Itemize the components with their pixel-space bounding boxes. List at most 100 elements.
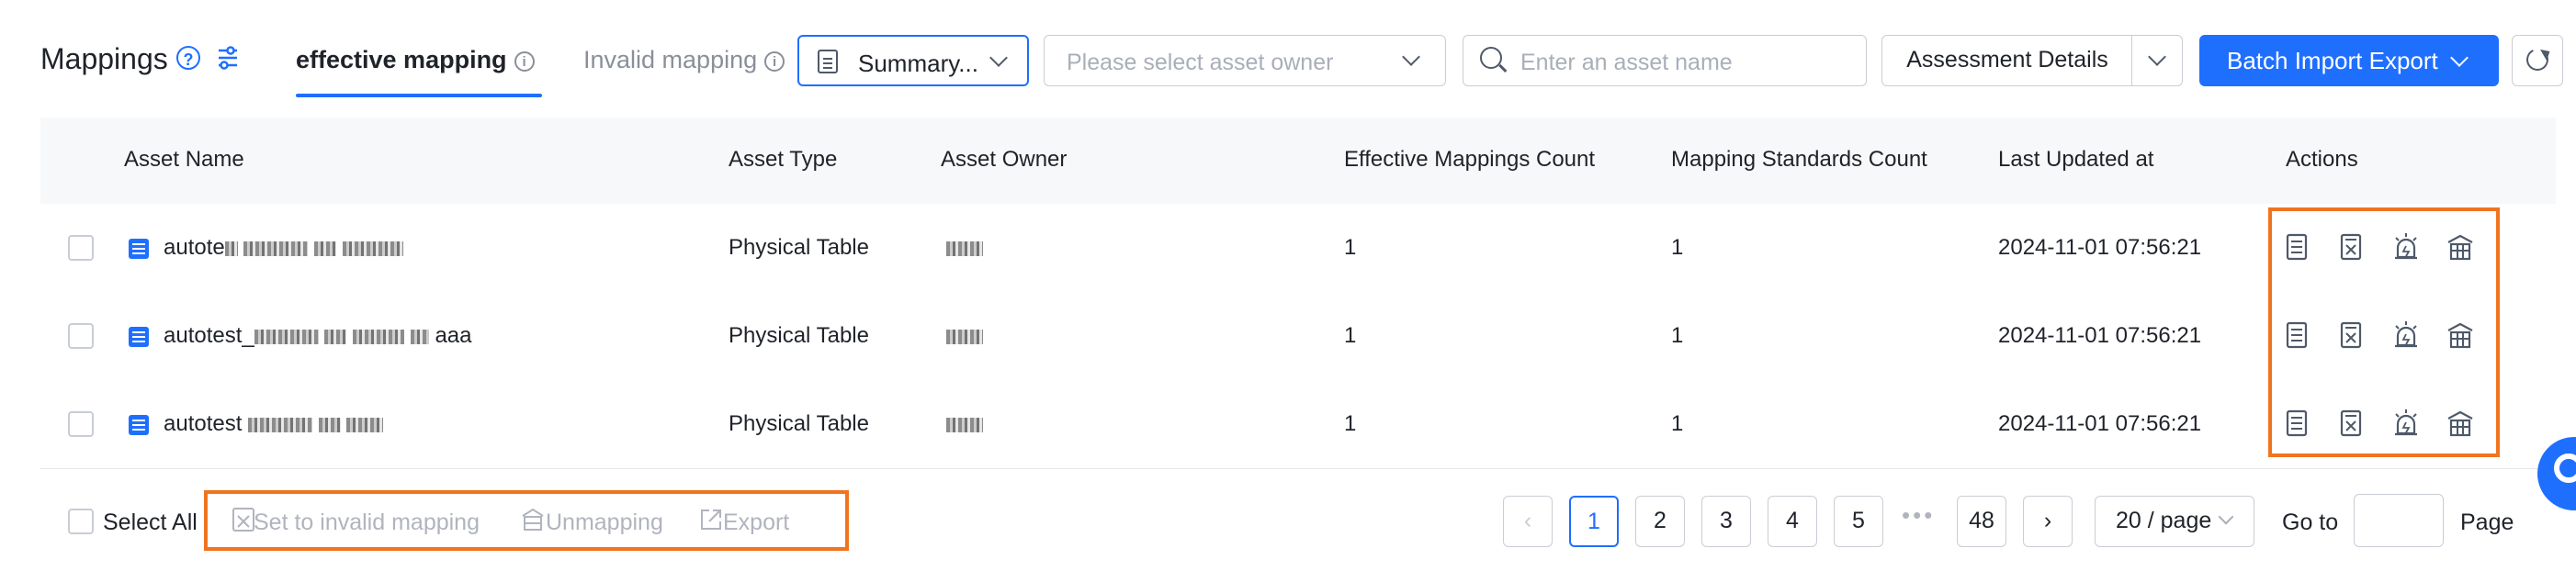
column-header-last-updated: Last Updated at [1998,147,2154,172]
row-checkbox[interactable] [68,411,94,437]
last-updated: 2024-11-01 07:56:21 [1998,411,2202,436]
column-header-asset-name: Asset Name [124,147,244,172]
unmapping-button[interactable]: Unmapping [546,509,663,536]
assessment-dropdown-button[interactable] [2131,35,2183,86]
standards-count: 1 [1671,323,1684,348]
table-icon [129,415,149,435]
invalidate-icon [232,508,254,532]
redacted-text [318,417,341,432]
column-header-asset-type: Asset Type [729,147,838,172]
tab-effective-mapping[interactable]: effective mapping i [296,46,535,74]
asset-name[interactable]: autotest_ aaa [164,323,471,349]
select-all-checkbox[interactable] [68,509,94,534]
page-title: Mappings [40,42,168,75]
column-header-actions: Actions [2286,147,2358,172]
filter-settings-icon[interactable] [215,44,241,72]
last-updated: 2024-11-01 07:56:21 [1998,323,2202,348]
active-tab-indicator [296,94,542,97]
pagination-ellipsis[interactable]: ••• [1902,501,1935,530]
refresh-icon [2523,45,2552,74]
set-invalid-mapping-button[interactable]: Set to invalid mapping [254,509,480,536]
export-button[interactable]: Export [723,509,789,536]
header-bar: Mappings ? effective mapping i Invalid ma… [0,0,2576,110]
tab-label: Invalid mapping [583,46,758,73]
asset-owner-select[interactable]: Please select asset owner [1044,35,1446,86]
asset-owner [946,411,983,437]
chevron-down-icon [989,49,1008,67]
goto-page-input[interactable] [2354,494,2444,547]
column-header-effective-count: Effective Mappings Count [1344,147,1596,172]
page-2-button[interactable]: 2 [1635,496,1685,547]
table-row: autote Physical Table 1 1 2024-11-01 07:… [40,204,2556,293]
document-icon [818,50,838,73]
page-3-button[interactable]: 3 [1701,496,1751,547]
redacted-text [353,329,405,344]
redacted-owner [946,417,983,432]
column-header-asset-owner: Asset Owner [941,147,1068,172]
redacted-text [254,329,319,344]
table-header: Asset Name Asset Type Asset Owner Effect… [40,118,2556,204]
asset-search-input[interactable]: Enter an asset name [1463,35,1867,86]
page-5-button[interactable]: 5 [1834,496,1883,547]
redacted-owner [946,329,983,344]
batch-import-export-button[interactable]: Batch Import Export [2199,35,2499,86]
assessment-details-button[interactable]: Assessment Details [1881,35,2133,86]
asset-type: Physical Table [729,235,869,260]
goto-label: Go to [2282,509,2339,535]
page-48-button[interactable]: 48 [1957,496,2006,547]
table-footer: Select All Set to invalid mapping Unmapp… [40,477,2556,569]
page-size-select[interactable]: 20 / page [2095,496,2254,547]
column-header-standards-count: Mapping Standards Count [1671,147,1927,172]
page-label: Page [2460,509,2514,535]
page-size-value: 20 / page [2116,508,2212,533]
chevron-down-icon [2218,509,2234,525]
info-icon: i [764,50,785,72]
table-icon [129,239,149,259]
asset-type: Physical Table [729,411,869,436]
summary-select[interactable]: Summary... [797,35,1029,86]
asset-name[interactable]: autote [164,235,403,261]
effective-count: 1 [1344,411,1357,436]
page-4-button[interactable]: 4 [1768,496,1817,547]
standards-count: 1 [1671,411,1684,436]
actions-highlight-box [2268,207,2500,457]
row-checkbox[interactable] [68,235,94,261]
asset-owner-placeholder: Please select asset owner [1067,50,1334,75]
redacted-text [314,241,337,256]
asset-name-text: autotest_ [164,323,254,348]
standards-count: 1 [1671,235,1684,260]
page-1-button[interactable]: 1 [1569,496,1619,547]
redacted-text [224,241,238,256]
redacted-text [346,417,384,432]
summary-select-value: Summary... [858,50,978,77]
redacted-text [248,417,313,432]
chevron-down-icon [1402,48,1420,66]
help-icon[interactable]: ? [176,46,200,70]
export-icon [701,509,721,530]
redacted-owner [946,241,983,256]
asset-name-text: autote [164,235,225,260]
row-checkbox[interactable] [68,323,94,349]
unmap-icon [522,508,544,531]
asset-owner [946,323,983,349]
refresh-button[interactable] [2512,35,2563,86]
next-page-button[interactable]: › [2023,496,2073,547]
asset-name-suffix: aaa [435,323,472,348]
chevron-down-icon [2148,48,2166,66]
redacted-text [410,329,429,344]
select-all-label: Select All [103,509,198,535]
effective-count: 1 [1344,235,1357,260]
redacted-text [342,241,403,256]
asset-type: Physical Table [729,323,869,348]
search-placeholder: Enter an asset name [1520,50,1733,75]
info-icon: i [514,50,535,72]
batch-button-label: Batch Import Export [2227,47,2438,74]
last-updated: 2024-11-01 07:56:21 [1998,235,2202,260]
table-icon [129,327,149,347]
tab-invalid-mapping[interactable]: Invalid mapping i [583,46,785,74]
asset-name[interactable]: autotest [164,411,384,437]
redacted-text [243,241,309,256]
search-icon [1480,47,1502,69]
prev-page-button[interactable]: ‹ [1503,496,1553,547]
table-row: autotest Physical Table 1 1 2024-11-01 0… [40,380,2556,469]
